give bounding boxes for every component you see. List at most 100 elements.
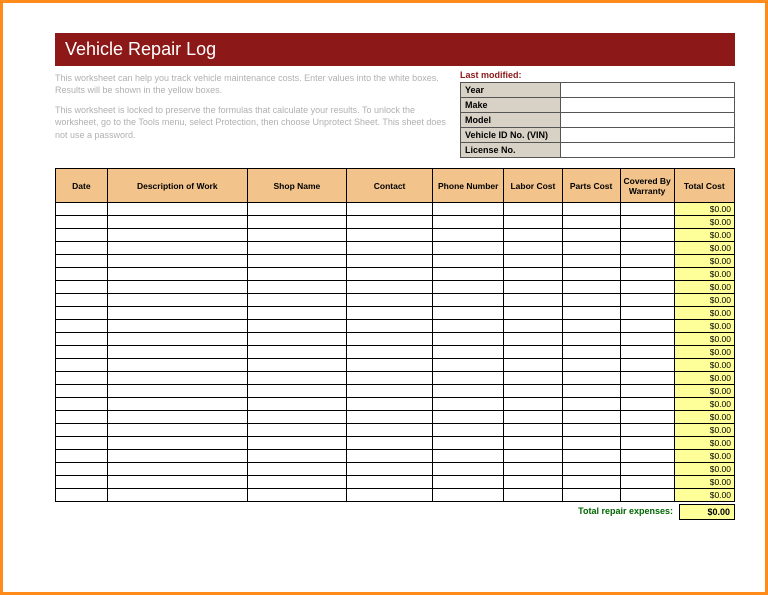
cell-input[interactable] — [433, 229, 504, 242]
cell-input[interactable] — [107, 437, 247, 450]
cell-input[interactable] — [107, 372, 247, 385]
cell-input[interactable] — [247, 476, 346, 489]
cell-input[interactable] — [56, 398, 108, 411]
cell-input[interactable] — [107, 268, 247, 281]
cell-input[interactable] — [620, 229, 674, 242]
cell-input[interactable] — [107, 489, 247, 502]
cell-input[interactable] — [346, 255, 432, 268]
cell-input[interactable] — [107, 359, 247, 372]
cell-input[interactable] — [433, 203, 504, 216]
cell-input[interactable] — [504, 346, 562, 359]
cell-input[interactable] — [107, 398, 247, 411]
cell-input[interactable] — [107, 216, 247, 229]
info-value-year[interactable] — [561, 83, 735, 98]
cell-input[interactable] — [247, 307, 346, 320]
cell-input[interactable] — [56, 450, 108, 463]
cell-input[interactable] — [620, 424, 674, 437]
cell-input[interactable] — [107, 385, 247, 398]
cell-input[interactable] — [433, 359, 504, 372]
cell-input[interactable] — [504, 203, 562, 216]
cell-input[interactable] — [433, 216, 504, 229]
cell-input[interactable] — [247, 359, 346, 372]
cell-input[interactable] — [504, 359, 562, 372]
cell-input[interactable] — [346, 268, 432, 281]
cell-input[interactable] — [504, 398, 562, 411]
cell-input[interactable] — [562, 242, 620, 255]
info-value-make[interactable] — [561, 98, 735, 113]
cell-input[interactable] — [562, 424, 620, 437]
cell-input[interactable] — [56, 437, 108, 450]
cell-input[interactable] — [620, 476, 674, 489]
cell-input[interactable] — [562, 489, 620, 502]
cell-input[interactable] — [247, 437, 346, 450]
cell-input[interactable] — [562, 437, 620, 450]
cell-input[interactable] — [620, 398, 674, 411]
cell-input[interactable] — [562, 268, 620, 281]
cell-input[interactable] — [620, 385, 674, 398]
cell-input[interactable] — [562, 281, 620, 294]
cell-input[interactable] — [346, 372, 432, 385]
cell-input[interactable] — [56, 424, 108, 437]
cell-input[interactable] — [433, 476, 504, 489]
cell-input[interactable] — [247, 320, 346, 333]
cell-input[interactable] — [56, 216, 108, 229]
cell-input[interactable] — [56, 294, 108, 307]
cell-input[interactable] — [562, 398, 620, 411]
cell-input[interactable] — [620, 203, 674, 216]
cell-input[interactable] — [107, 229, 247, 242]
cell-input[interactable] — [56, 268, 108, 281]
cell-input[interactable] — [346, 307, 432, 320]
cell-input[interactable] — [504, 320, 562, 333]
cell-input[interactable] — [562, 203, 620, 216]
cell-input[interactable] — [56, 307, 108, 320]
cell-input[interactable] — [56, 359, 108, 372]
cell-input[interactable] — [433, 411, 504, 424]
cell-input[interactable] — [107, 294, 247, 307]
cell-input[interactable] — [562, 255, 620, 268]
cell-input[interactable] — [56, 333, 108, 346]
cell-input[interactable] — [433, 372, 504, 385]
cell-input[interactable] — [433, 242, 504, 255]
cell-input[interactable] — [562, 359, 620, 372]
cell-input[interactable] — [620, 463, 674, 476]
cell-input[interactable] — [504, 437, 562, 450]
cell-input[interactable] — [433, 268, 504, 281]
cell-input[interactable] — [56, 255, 108, 268]
cell-input[interactable] — [433, 307, 504, 320]
cell-input[interactable] — [620, 489, 674, 502]
cell-input[interactable] — [562, 333, 620, 346]
cell-input[interactable] — [620, 307, 674, 320]
cell-input[interactable] — [504, 489, 562, 502]
cell-input[interactable] — [504, 333, 562, 346]
cell-input[interactable] — [346, 476, 432, 489]
cell-input[interactable] — [247, 346, 346, 359]
cell-input[interactable] — [433, 294, 504, 307]
cell-input[interactable] — [433, 385, 504, 398]
cell-input[interactable] — [562, 216, 620, 229]
cell-input[interactable] — [433, 450, 504, 463]
cell-input[interactable] — [56, 203, 108, 216]
cell-input[interactable] — [620, 359, 674, 372]
cell-input[interactable] — [562, 320, 620, 333]
cell-input[interactable] — [562, 372, 620, 385]
cell-input[interactable] — [56, 320, 108, 333]
cell-input[interactable] — [504, 307, 562, 320]
cell-input[interactable] — [247, 216, 346, 229]
cell-input[interactable] — [107, 281, 247, 294]
cell-input[interactable] — [107, 463, 247, 476]
cell-input[interactable] — [504, 424, 562, 437]
cell-input[interactable] — [247, 450, 346, 463]
cell-input[interactable] — [346, 242, 432, 255]
cell-input[interactable] — [433, 333, 504, 346]
cell-input[interactable] — [562, 450, 620, 463]
cell-input[interactable] — [433, 489, 504, 502]
cell-input[interactable] — [56, 476, 108, 489]
cell-input[interactable] — [504, 385, 562, 398]
cell-input[interactable] — [247, 411, 346, 424]
cell-input[interactable] — [504, 294, 562, 307]
cell-input[interactable] — [562, 463, 620, 476]
cell-input[interactable] — [247, 294, 346, 307]
cell-input[interactable] — [247, 385, 346, 398]
cell-input[interactable] — [346, 437, 432, 450]
cell-input[interactable] — [620, 281, 674, 294]
